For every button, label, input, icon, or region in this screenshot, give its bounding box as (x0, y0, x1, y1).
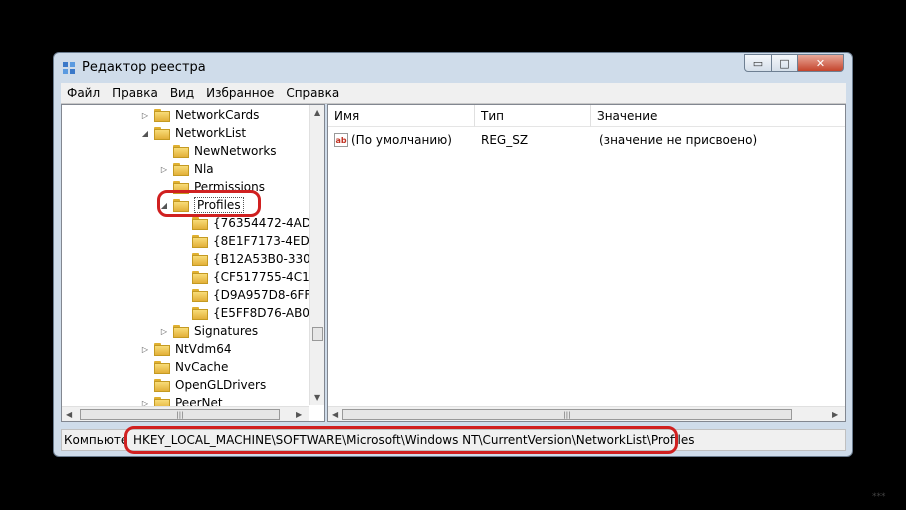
registry-tree[interactable]: ▷ NetworkCards ◢ NetworkList NewNetworks ▷… (61, 104, 325, 422)
title-bar[interactable]: Редактор реестра ▭ □ ✕ (54, 53, 852, 83)
tree-item[interactable]: ▷ NetworkCards (140, 106, 260, 124)
scroll-up-icon[interactable]: ▲ (314, 108, 320, 117)
tree-item[interactable]: {D9A957D8-6FF1- (178, 286, 323, 304)
folder-icon (154, 108, 170, 122)
menu-favorites[interactable]: Избранное (200, 86, 280, 100)
tree-item[interactable]: ▷ Signatures (159, 322, 258, 340)
folder-icon (192, 288, 208, 302)
minimize-icon: ▭ (752, 56, 764, 70)
collapse-icon[interactable]: ◢ (140, 128, 150, 138)
expand-icon[interactable]: ▷ (159, 164, 169, 174)
menu-edit[interactable]: Правка (106, 86, 164, 100)
tree-item[interactable]: {B12A53B0-330B- (178, 250, 323, 268)
value-row-name[interactable]: ab (По умолчанию) (334, 131, 452, 149)
string-value-icon: ab (334, 133, 348, 147)
folder-icon (192, 234, 208, 248)
tree-item[interactable]: NewNetworks (159, 142, 277, 160)
menu-file[interactable]: Файл (61, 86, 106, 100)
minimize-button[interactable]: ▭ (744, 54, 772, 72)
scroll-left-icon[interactable]: ◀ (66, 410, 72, 419)
maximize-icon: □ (779, 56, 790, 70)
scroll-thumb[interactable]: ||| (80, 409, 280, 420)
profiles-highlight-annotation (157, 190, 261, 217)
path-highlight-annotation (124, 426, 678, 454)
grip-icon: ||| (176, 410, 184, 419)
tree-item[interactable]: NvCache (140, 358, 228, 376)
tree-item[interactable]: ▷ Nla (159, 160, 214, 178)
watermark: *** (872, 492, 886, 502)
tree-item[interactable]: {CF517755-4C13-4 (178, 268, 324, 286)
status-label: Компьютер (64, 433, 126, 447)
tree-item[interactable]: {E5FF8D76-AB05- (178, 304, 322, 322)
values-horizontal-scrollbar[interactable]: ◀ ||| ▶ (328, 406, 845, 421)
tree-item[interactable]: ▷ NtVdm64 (140, 340, 232, 358)
folder-icon (173, 162, 189, 176)
folder-icon (192, 252, 208, 266)
folder-icon (173, 324, 189, 338)
folder-icon (154, 378, 170, 392)
tree-item[interactable]: ◢ NetworkList (140, 124, 246, 142)
scroll-thumb[interactable] (312, 327, 323, 341)
folder-icon (192, 270, 208, 284)
folder-icon (154, 342, 170, 356)
tree-item[interactable]: {8E1F7173-4EDE-4 (178, 232, 324, 250)
menu-help[interactable]: Справка (280, 86, 345, 100)
close-icon: ✕ (815, 56, 826, 70)
scroll-right-icon[interactable]: ▶ (832, 410, 838, 419)
scroll-thumb[interactable]: ||| (342, 409, 792, 420)
window-title: Редактор реестра (82, 60, 206, 75)
maximize-button[interactable]: □ (771, 54, 798, 72)
grip-icon: ||| (563, 410, 571, 419)
registry-editor-icon (63, 62, 75, 74)
folder-icon (192, 306, 208, 320)
close-button[interactable]: ✕ (797, 54, 844, 72)
folder-icon (173, 144, 189, 158)
column-header-value[interactable]: Значение (591, 105, 845, 127)
scroll-left-icon[interactable]: ◀ (332, 410, 338, 419)
menu-view[interactable]: Вид (164, 86, 200, 100)
tree-horizontal-scrollbar[interactable]: ◀ ||| ▶ (62, 406, 309, 421)
folder-icon (154, 126, 170, 140)
expand-icon[interactable]: ▷ (140, 110, 150, 120)
column-header-name[interactable]: Имя (328, 105, 475, 127)
registry-editor-window: Редактор реестра ▭ □ ✕ Файл Правка Вид И… (53, 52, 853, 457)
folder-icon (192, 216, 208, 230)
expand-icon[interactable]: ▷ (159, 326, 169, 336)
expand-icon[interactable]: ▷ (140, 344, 150, 354)
value-row-type[interactable]: REG_SZ (481, 131, 528, 149)
scroll-down-icon[interactable]: ▼ (314, 393, 320, 402)
folder-icon (154, 360, 170, 374)
menu-bar: Файл Правка Вид Избранное Справка (61, 83, 846, 104)
column-header-type[interactable]: Тип (475, 105, 591, 127)
scroll-right-icon[interactable]: ▶ (296, 410, 302, 419)
tree-vertical-scrollbar[interactable]: ▲ ▼ (309, 105, 324, 405)
tree-item[interactable]: OpenGLDrivers (140, 376, 266, 394)
values-list[interactable]: Имя Тип Значение ab (По умолчанию) REG_SZ… (327, 104, 846, 422)
value-row-data[interactable]: (значение не присвоено) (599, 131, 757, 149)
